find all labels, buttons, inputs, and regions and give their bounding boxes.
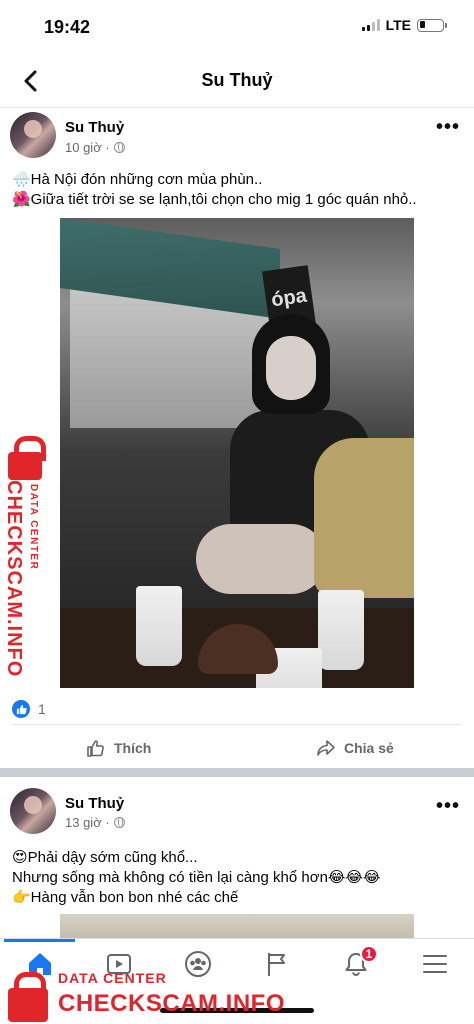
watermark-text: CHECKSCAM.INFO: [3, 480, 25, 678]
tab-menu[interactable]: [395, 939, 474, 989]
watermark-bottom: DATA CENTER CHECKSCAM.INFO: [0, 966, 300, 1024]
watermark-subtext: DATA CENTER: [58, 970, 167, 986]
notification-badge: 1: [360, 945, 378, 963]
post: Su Thuỷ 13 giờ · ••• 😍Phải dậy sớm cũng …: [0, 0, 474, 1024]
lock-icon: [8, 436, 46, 480]
post-meta: 13 giờ ·: [65, 815, 125, 830]
post-text: 😍Phải dậy sớm cũng khổ... Nhưng sống mà …: [12, 848, 462, 908]
watermark-subtext: DATA CENTER: [28, 484, 39, 571]
post-text-line: 😍Phải dậy sớm cũng khổ...: [12, 849, 198, 866]
post-text-line: 👉Hàng vẫn bon bon nhé các chế: [12, 889, 239, 906]
lock-icon: [8, 972, 48, 1022]
menu-icon: [422, 955, 447, 973]
post-time: 13 giờ ·: [65, 815, 110, 830]
post-text-line: Nhưng sống mà không có tiền lại càng khổ…: [12, 869, 381, 886]
post-author[interactable]: Su Thuỷ: [65, 795, 124, 812]
watermark-text: CHECKSCAM.INFO: [58, 990, 285, 1017]
watermark-vertical: CHECKSCAM.INFO DATA CENTER: [0, 436, 52, 677]
more-options-button[interactable]: •••: [436, 795, 460, 818]
avatar[interactable]: [10, 788, 56, 834]
tab-notifications[interactable]: 1: [316, 939, 395, 989]
globe-icon: [113, 817, 125, 828]
